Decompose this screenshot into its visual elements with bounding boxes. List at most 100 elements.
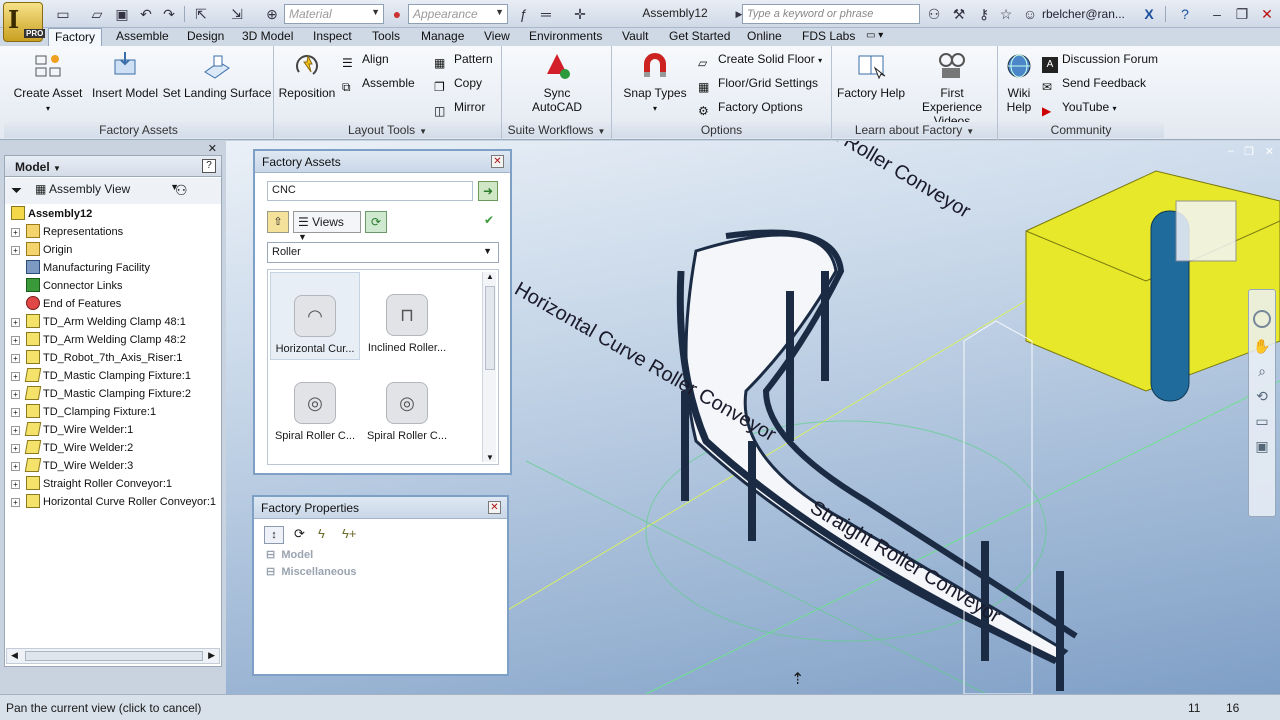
scroll-thumb[interactable]	[485, 286, 495, 370]
view-face-icon[interactable]: ▣	[1249, 438, 1275, 455]
undo-icon[interactable]: ↶	[137, 5, 155, 23]
first-experience-videos-button[interactable]: First Experience Videos	[910, 50, 994, 128]
expand-icon[interactable]: +	[11, 354, 20, 363]
steering-wheel-icon[interactable]	[1253, 310, 1271, 328]
panel-title[interactable]: Layout Tools ▼	[274, 122, 501, 138]
tree-item[interactable]: + TD_Mastic Clamping Fixture:1	[11, 367, 191, 385]
user-name[interactable]: rbelcher@ran...	[1042, 7, 1125, 21]
floor-grid-settings-button[interactable]: ▦ Floor/Grid Settings	[698, 74, 818, 94]
expand-icon[interactable]: +	[11, 480, 20, 489]
tree-item[interactable]: + Straight Roller Conveyor:1	[11, 475, 172, 493]
lightning-add-icon[interactable]: ϟ+	[342, 526, 356, 541]
tree-item[interactable]: + TD_Arm Welding Clamp 48:1	[11, 313, 186, 331]
copy-button[interactable]: ❐ Copy	[434, 74, 482, 94]
view-cube[interactable]	[1175, 200, 1237, 262]
tab-environments[interactable]: Environments	[523, 28, 608, 46]
expand-icon[interactable]: +	[11, 426, 20, 435]
expand-icon[interactable]: +	[11, 336, 20, 345]
gallery-scrollbar[interactable]: ▲ ▼	[482, 272, 496, 462]
tab-get-started[interactable]: Get Started	[663, 28, 736, 46]
help-icon[interactable]: ?	[1176, 5, 1194, 23]
sync-autocad-button[interactable]: Sync AutoCAD	[518, 50, 596, 114]
new-file-icon[interactable]: ▭	[54, 5, 72, 23]
update-icon[interactable]: ⊕	[263, 5, 281, 23]
select-mode-icon[interactable]: ⇲	[228, 5, 246, 23]
measure-icon[interactable]: ═	[537, 5, 555, 23]
expand-icon[interactable]: +	[11, 444, 20, 453]
asset-category-dropdown[interactable]: Roller ▼	[267, 242, 499, 263]
tree-item[interactable]: + Horizontal Curve Roller Conveyor:1	[11, 493, 216, 511]
tab-manage[interactable]: Manage	[415, 28, 470, 46]
tab-view[interactable]: View	[478, 28, 516, 46]
factory-options-button[interactable]: ⚙ Factory Options	[698, 98, 803, 118]
tree-item[interactable]: + TD_Wire Welder:2	[11, 439, 133, 457]
mirror-button[interactable]: ◫ Mirror	[434, 98, 485, 118]
tree-item[interactable]: + TD_Clamping Fixture:1	[11, 403, 156, 421]
asset-search-input[interactable]: CNC	[267, 181, 473, 201]
align-button[interactable]: ☰ Align	[342, 50, 389, 70]
tree-item[interactable]: + TD_Wire Welder:3	[11, 457, 133, 475]
help-icon[interactable]: ?	[202, 159, 216, 173]
asset-spiral-roller-1[interactable]: ◎ Spiral Roller C...	[270, 362, 360, 450]
open-file-icon[interactable]: ▱	[88, 5, 106, 23]
sort-alphabetical-icon[interactable]: ↕	[264, 526, 284, 544]
move-icon[interactable]: ✛	[571, 5, 589, 23]
look-at-icon[interactable]: ▭	[1249, 413, 1275, 430]
restore-icon[interactable]: ❐	[1233, 5, 1251, 23]
search-go-icon[interactable]: ➜	[478, 181, 498, 201]
send-feedback-link[interactable]: ✉ Send Feedback	[1042, 74, 1146, 94]
scroll-up-icon[interactable]: ▲	[486, 272, 494, 281]
expand-icon[interactable]: +	[11, 372, 20, 381]
close-window-icon[interactable]: ✕	[1258, 5, 1276, 23]
views-dropdown[interactable]: ☰ Views ▼	[293, 211, 361, 242]
panel-title[interactable]: Suite Workflows ▼	[502, 122, 611, 138]
refresh-icon[interactable]: ⟳	[365, 211, 387, 233]
application-menu-button[interactable]: I PRO	[3, 2, 46, 42]
expand-icon[interactable]: +	[11, 462, 20, 471]
appearance-color-icon[interactable]: ●	[388, 5, 406, 23]
create-solid-floor-button[interactable]: ▱ Create Solid Floor ▾	[698, 50, 822, 70]
factory-help-button[interactable]: Factory Help	[834, 50, 908, 100]
tree-item[interactable]: Connector Links	[11, 277, 123, 295]
user-icon[interactable]: ☺	[1021, 5, 1039, 23]
expand-icon[interactable]: +	[11, 390, 20, 399]
tab-tools[interactable]: Tools	[366, 28, 406, 46]
close-icon[interactable]: ✕	[488, 501, 501, 514]
return-icon[interactable]: ⇱	[192, 5, 210, 23]
tab-inspect[interactable]: Inspect	[307, 28, 358, 46]
tree-item[interactable]: End of Features	[11, 295, 121, 313]
youtube-link[interactable]: ▶ YouTube ▾	[1042, 98, 1117, 118]
material-dropdown[interactable]: Material ▼	[284, 4, 384, 24]
expand-icon[interactable]: +	[11, 498, 20, 507]
tab-factory[interactable]: Factory	[48, 28, 103, 46]
tab-design[interactable]: Design	[181, 28, 230, 46]
tree-item[interactable]: + Origin	[11, 241, 72, 259]
scroll-right-icon[interactable]: ▶	[208, 650, 215, 661]
viewport-minimize-icon[interactable]: –	[1228, 145, 1234, 157]
orbit-icon[interactable]: ⟲	[1249, 388, 1275, 405]
pan-icon[interactable]: ✋	[1249, 338, 1275, 355]
horizontal-scrollbar[interactable]: ◀ ▶	[6, 648, 220, 664]
tab-fds-labs[interactable]: FDS Labs	[796, 28, 861, 46]
tree-item[interactable]: + TD_Mastic Clamping Fixture:2	[11, 385, 191, 403]
filter-icon[interactable]: ⏷	[11, 182, 22, 199]
tree-item[interactable]: + TD_Robot_7th_Axis_Riser:1	[11, 349, 182, 367]
expand-icon[interactable]: +	[11, 408, 20, 417]
viewport-close-icon[interactable]: ✕	[1265, 145, 1274, 158]
reposition-button[interactable]: Reposition	[276, 50, 338, 100]
tab-assemble[interactable]: Assemble	[110, 28, 175, 46]
binoculars-icon[interactable]: ⚇	[925, 5, 943, 23]
exchange-icon[interactable]: X	[1140, 5, 1158, 23]
tree-item[interactable]: + TD_Arm Welding Clamp 48:2	[11, 331, 186, 349]
expand-icon[interactable]: +	[11, 318, 20, 327]
property-group-miscellaneous[interactable]: ⊟ Miscellaneous	[266, 565, 357, 578]
scroll-thumb[interactable]	[25, 651, 203, 661]
asset-inclined-roller[interactable]: ⊓ Inclined Roller...	[362, 272, 452, 360]
minimize-icon[interactable]: –	[1208, 5, 1226, 23]
pattern-button[interactable]: ▦ Pattern	[434, 50, 493, 70]
scroll-down-icon[interactable]: ▼	[486, 453, 494, 462]
favorites-star-icon[interactable]: ☆	[997, 5, 1015, 23]
close-icon[interactable]: ✕	[491, 155, 504, 168]
tree-item[interactable]: + Representations	[11, 223, 123, 241]
redo-icon[interactable]: ↷	[160, 5, 178, 23]
